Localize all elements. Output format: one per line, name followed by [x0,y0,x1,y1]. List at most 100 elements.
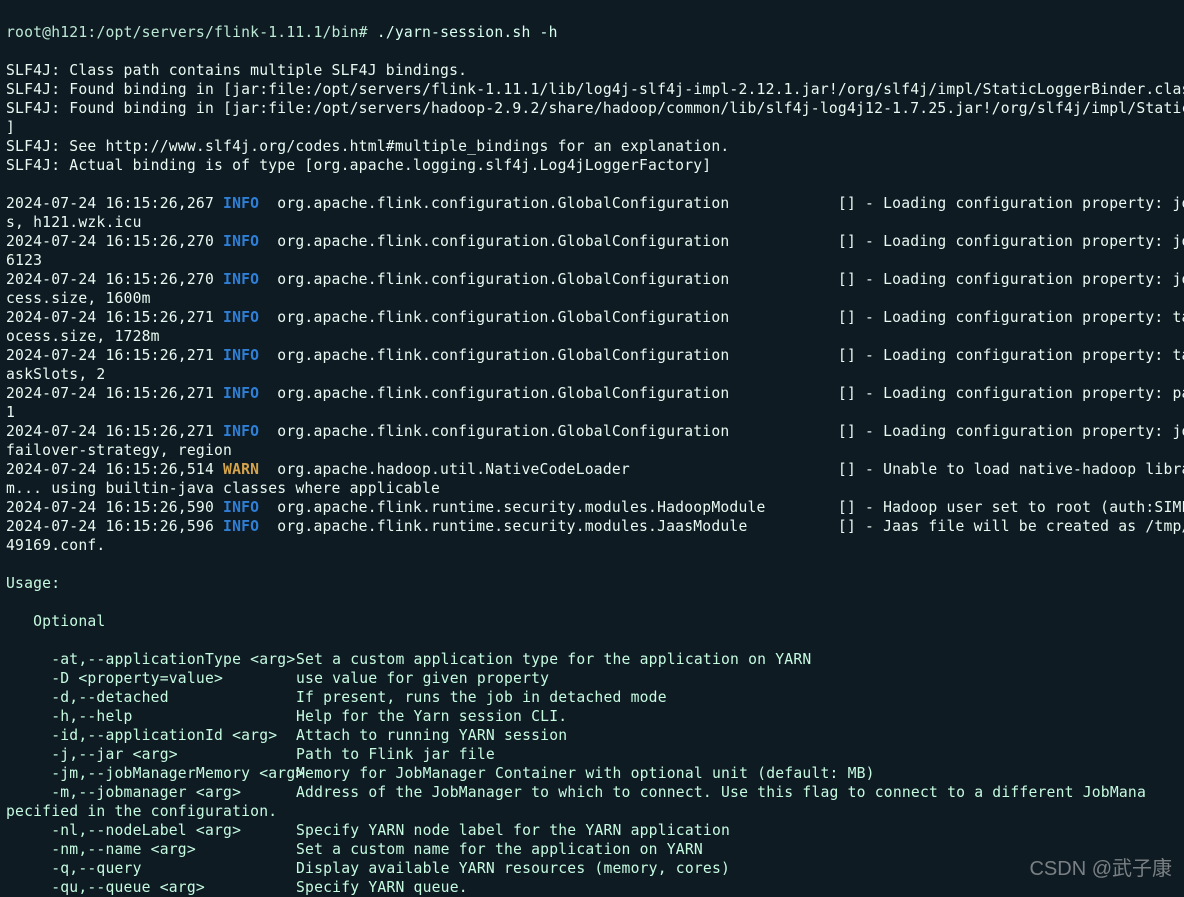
option-description: Set a custom name for the application on… [296,841,703,858]
log-continuation: failover-strategy, region [6,441,1178,460]
log-line: 2024-07-24 16:15:26,271 INFO org.apache.… [6,384,1178,403]
log-logger: org.apache.flink.runtime.security.module… [259,518,1184,535]
log-line: 2024-07-24 16:15:26,271 INFO org.apache.… [6,346,1178,365]
option-description: Specify YARN node label for the YARN app… [296,822,730,839]
log-logger: org.apache.hadoop.util.NativeCodeLoader … [259,461,1184,478]
log-timestamp: 2024-07-24 16:15:26,271 [6,385,223,402]
option-description: use value for given property [296,670,549,687]
option-flag: -d,--detached [6,688,296,707]
log-level: INFO [223,233,259,250]
log-line: 2024-07-24 16:15:26,270 INFO org.apache.… [6,270,1178,289]
log-level: INFO [223,271,259,288]
log-timestamp: 2024-07-24 16:15:26,267 [6,195,223,212]
log-logger: org.apache.flink.configuration.GlobalCon… [259,347,1184,364]
option-description: Address of the JobManager to which to co… [296,784,1146,801]
log-timestamp: 2024-07-24 16:15:26,271 [6,423,223,440]
option-flag: -qu,--queue <arg> [6,878,296,897]
log-logger: org.apache.flink.configuration.GlobalCon… [259,423,1184,440]
usage-option: -h,--help Help for the Yarn session CLI. [6,707,1178,726]
log-continuation: askSlots, 2 [6,365,1178,384]
log-logger: org.apache.flink.configuration.GlobalCon… [259,385,1184,402]
log-logger: org.apache.flink.configuration.GlobalCon… [259,309,1184,326]
option-flag: -D <property=value> [6,669,296,688]
log-level: WARN [223,461,259,478]
slf4j-line: SLF4J: Class path contains multiple SLF4… [6,61,1178,80]
usage-header: Usage: [6,574,1178,593]
terminal[interactable]: root@h121:/opt/servers/flink-1.11.1/bin#… [0,0,1184,897]
usage-options: -at,--applicationType <arg> Set a custom… [6,650,1178,897]
option-description: Set a custom application type for the ap… [296,651,811,668]
slf4j-line: SLF4J: See http://www.slf4j.org/codes.ht… [6,137,1178,156]
log-timestamp: 2024-07-24 16:15:26,514 [6,461,223,478]
logs-block: 2024-07-24 16:15:26,267 INFO org.apache.… [6,194,1178,555]
option-flag: -id,--applicationId <arg> [6,726,296,745]
slf4j-line: SLF4J: Found binding in [jar:file:/opt/s… [6,80,1178,99]
log-logger: org.apache.flink.configuration.GlobalCon… [259,195,1184,212]
option-description: Memory for JobManager Container with opt… [296,765,875,782]
usage-option: -D <property=value> use value for given … [6,669,1178,688]
log-level: INFO [223,423,259,440]
log-continuation: s, h121.wzk.icu [6,213,1178,232]
log-logger: org.apache.flink.configuration.GlobalCon… [259,271,1184,288]
log-line: 2024-07-24 16:15:26,270 INFO org.apache.… [6,232,1178,251]
usage-option: -id,--applicationId <arg> Attach to runn… [6,726,1178,745]
option-description: If present, runs the job in detached mod… [296,689,667,706]
slf4j-line: SLF4J: Actual binding is of type [org.ap… [6,156,1178,175]
option-flag: -j,--jar <arg> [6,745,296,764]
usage-option: -q,--query Display available YARN resour… [6,859,1178,878]
log-timestamp: 2024-07-24 16:15:26,270 [6,271,223,288]
prompt-command: ./yarn-session.sh -h [377,24,558,41]
log-timestamp: 2024-07-24 16:15:26,271 [6,309,223,326]
option-description: Help for the Yarn session CLI. [296,708,567,725]
log-line: 2024-07-24 16:15:26,267 INFO org.apache.… [6,194,1178,213]
option-description: Display available YARN resources (memory… [296,860,730,877]
log-line: 2024-07-24 16:15:26,271 INFO org.apache.… [6,422,1178,441]
usage-option: -qu,--queue <arg> Specify YARN queue. [6,878,1178,897]
option-description: Attach to running YARN session [296,727,567,744]
option-flag: -q,--query [6,859,296,878]
usage-option: -m,--jobmanager <arg> Address of the Job… [6,783,1178,802]
log-line: 2024-07-24 16:15:26,514 WARN org.apache.… [6,460,1178,479]
usage-option: -nm,--name <arg> Set a custom name for t… [6,840,1178,859]
log-timestamp: 2024-07-24 16:15:26,271 [6,347,223,364]
log-logger: org.apache.flink.configuration.GlobalCon… [259,233,1184,250]
log-line: 2024-07-24 16:15:26,271 INFO org.apache.… [6,308,1178,327]
option-flag: -nm,--name <arg> [6,840,296,859]
usage-option: -nl,--nodeLabel <arg> Specify YARN node … [6,821,1178,840]
usage-option: -d,--detached If present, runs the job i… [6,688,1178,707]
log-level: INFO [223,309,259,326]
log-level: INFO [223,499,259,516]
log-level: INFO [223,385,259,402]
log-logger: org.apache.flink.runtime.security.module… [259,499,1184,516]
option-flag: -h,--help [6,707,296,726]
option-flag: -nl,--nodeLabel <arg> [6,821,296,840]
log-level: INFO [223,518,259,535]
slf4j-block: SLF4J: Class path contains multiple SLF4… [6,61,1178,175]
usage-option: pecified in the configuration. [6,802,1178,821]
log-continuation: 6123 [6,251,1178,270]
log-level: INFO [223,195,259,212]
prompt-cwd: /opt/servers/flink-1.11.1/bin [96,24,358,41]
option-flag: -at,--applicationType <arg> [6,650,296,669]
log-continuation: ocess.size, 1728m [6,327,1178,346]
prompt-user: root@h121 [6,24,87,41]
log-continuation: 1 [6,403,1178,422]
option-flag: -jm,--jobManagerMemory <arg> [6,764,296,783]
slf4j-line: ] [6,118,1178,137]
log-timestamp: 2024-07-24 16:15:26,590 [6,499,223,516]
usage-option: -j,--jar <arg> Path to Flink jar file [6,745,1178,764]
log-continuation: 49169.conf. [6,536,1178,555]
option-description: Path to Flink jar file [296,746,495,763]
usage-option: -jm,--jobManagerMemory <arg> Memory for … [6,764,1178,783]
log-line: 2024-07-24 16:15:26,590 INFO org.apache.… [6,498,1178,517]
log-timestamp: 2024-07-24 16:15:26,270 [6,233,223,250]
log-line: 2024-07-24 16:15:26,596 INFO org.apache.… [6,517,1178,536]
log-timestamp: 2024-07-24 16:15:26,596 [6,518,223,535]
prompt-line: root@h121:/opt/servers/flink-1.11.1/bin#… [6,23,1178,42]
usage-option: -at,--applicationType <arg> Set a custom… [6,650,1178,669]
log-continuation: cess.size, 1600m [6,289,1178,308]
slf4j-line: SLF4J: Found binding in [jar:file:/opt/s… [6,99,1178,118]
usage-section: Optional [6,612,1178,631]
log-continuation: m... using builtin-java classes where ap… [6,479,1178,498]
option-flag: -m,--jobmanager <arg> [6,783,296,802]
